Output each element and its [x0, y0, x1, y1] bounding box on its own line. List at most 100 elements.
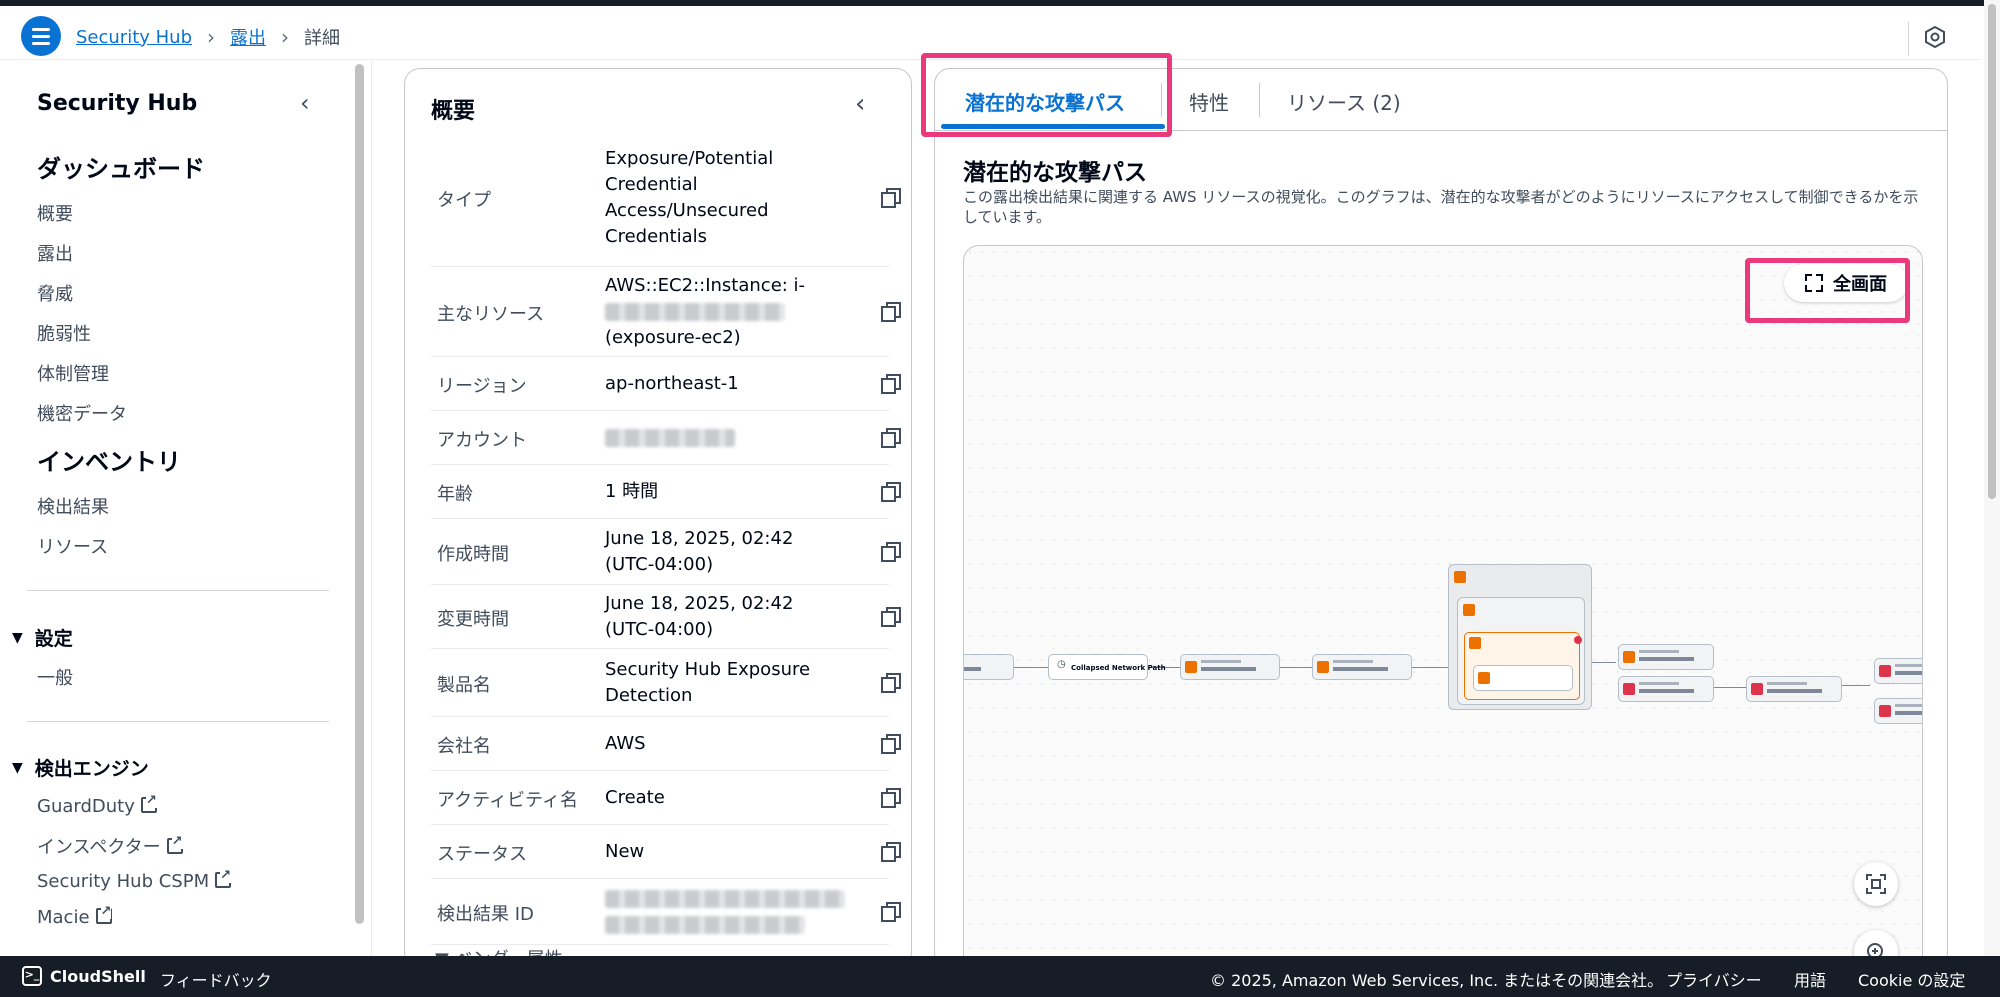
divider: [371, 61, 372, 956]
graph-node-ec2-instance[interactable]: [1464, 632, 1580, 700]
privacy-link[interactable]: プライバシー: [1666, 967, 1762, 991]
external-link-icon: [215, 868, 232, 888]
side-navigation: Security Hub ‹ ダッシュボード 概要 露出 脅威 脆弱性 体制管理…: [0, 61, 350, 956]
sidebar-item-cspm[interactable]: Security Hub CSPM: [37, 868, 232, 892]
copy-icon[interactable]: [881, 902, 901, 922]
row-value: ap-northeast-1: [605, 373, 739, 394]
overview-row: ステータス New: [431, 825, 901, 879]
external-link-icon: [166, 834, 183, 854]
sidebar-title[interactable]: Security Hub: [37, 91, 197, 116]
graph-edge: [1840, 685, 1870, 686]
sidebar-heading-inventory: インベントリ: [37, 448, 181, 476]
menu-icon[interactable]: [21, 16, 61, 56]
row-key: アカウント: [437, 430, 527, 451]
copy-icon[interactable]: [881, 188, 901, 208]
row-key: 変更時間: [437, 609, 509, 630]
graph-node-instance-profile[interactable]: [1618, 676, 1714, 702]
sidebar-item-general[interactable]: 一般: [37, 664, 73, 690]
copy-icon[interactable]: [881, 374, 901, 394]
external-link-icon: [140, 793, 157, 813]
cloudshell-button[interactable]: CloudShell: [50, 967, 146, 986]
page-scrollbar[interactable]: [1984, 0, 2000, 956]
highlight-fullscreen: [1745, 258, 1910, 323]
row-value-cell: New: [605, 839, 835, 865]
section-title: 潜在的な攻撃パス: [963, 160, 1147, 186]
sidebar-item-overview[interactable]: 概要: [37, 200, 73, 226]
sidebar-scrollbar[interactable]: [355, 64, 364, 924]
cloudshell-icon[interactable]: >_: [22, 966, 42, 986]
copy-icon[interactable]: [881, 842, 901, 862]
row-value-cell: Create: [605, 785, 835, 811]
alert-dot: [1574, 636, 1582, 644]
copy-icon[interactable]: [881, 673, 901, 693]
copy-icon[interactable]: [881, 302, 901, 322]
overview-row: 検出結果 ID: [431, 879, 901, 945]
graph-node-key-pair[interactable]: [1618, 644, 1714, 670]
graph-node-network-interface[interactable]: [1473, 665, 1573, 691]
row-value: June 18, 2025, 02:42 (UTC-04:00): [605, 593, 794, 640]
tab-traits[interactable]: 特性: [1189, 87, 1229, 116]
breadcrumb-security-hub[interactable]: Security Hub: [76, 27, 192, 48]
graph-group-subnet[interactable]: [1457, 597, 1585, 705]
copy-icon[interactable]: [881, 607, 901, 627]
feedback-link[interactable]: フィードバック: [160, 967, 272, 991]
section-description: この露出検出結果に関連する AWS リソースの視覚化。このグラフは、潜在的な攻撃…: [963, 188, 1919, 226]
collapse-panel-icon[interactable]: ‹: [855, 89, 865, 119]
sidebar-item-inspector[interactable]: インスペクター: [37, 833, 183, 859]
breadcrumb-exposure[interactable]: 露出: [230, 24, 266, 50]
sidebar-item-sensitive-data[interactable]: 機密データ: [37, 400, 127, 426]
sidebar-item-threats[interactable]: 脅威: [37, 280, 73, 306]
attack-path-graph[interactable]: 全画面 ◷ Collapsed Network Path: [963, 245, 1923, 967]
graph-node-collapsed[interactable]: ◷ Collapsed Network Path: [1048, 654, 1166, 680]
copy-icon[interactable]: [881, 542, 901, 562]
sidebar-item-macie[interactable]: Macie: [37, 904, 112, 928]
row-value-cell: ap-northeast-1: [605, 371, 835, 397]
row-value-cell: June 18, 2025, 02:42 (UTC-04:00): [605, 526, 835, 578]
row-value: June 18, 2025, 02:42 (UTC-04:00): [605, 528, 794, 575]
graph-node-policy-2[interactable]: [1874, 698, 1922, 724]
sidebar-item-findings[interactable]: 検出結果: [37, 493, 109, 519]
copy-icon[interactable]: [881, 482, 901, 502]
sidebar-item-exposure[interactable]: 露出: [37, 240, 73, 266]
sidebar-section-engines[interactable]: ▼ 検出エンジン: [12, 754, 149, 781]
overview-row: タイプ Exposure/Potential Credential Access/…: [431, 129, 901, 267]
breadcrumb-current: 詳細: [304, 28, 341, 49]
graph-node-policy-1[interactable]: [1874, 658, 1922, 684]
graph-node-security-group[interactable]: [1312, 654, 1412, 680]
graph-node-iam-role[interactable]: [1746, 676, 1842, 702]
hexagon-info-icon[interactable]: [1924, 26, 1946, 48]
row-value: 1 時間: [605, 481, 659, 502]
graph-node-ec2-network[interactable]: [1180, 654, 1280, 680]
sidebar-item-guardduty[interactable]: GuardDuty: [37, 793, 157, 817]
graph-node-internet[interactable]: [964, 654, 1014, 680]
copy-icon[interactable]: [881, 734, 901, 754]
section-label: 検出エンジン: [34, 758, 149, 780]
overview-row: リージョン ap-northeast-1: [431, 357, 901, 411]
sidebar-item-resources[interactable]: リソース: [37, 533, 108, 559]
sidebar-section-settings[interactable]: ▼ 設定: [12, 624, 73, 651]
chevron-right-icon: ›: [207, 25, 216, 49]
copy-icon[interactable]: [881, 788, 901, 808]
copy-icon[interactable]: [881, 428, 901, 448]
sidebar-item-posture[interactable]: 体制管理: [37, 360, 109, 386]
graph-group-vpc[interactable]: [1448, 564, 1592, 710]
external-link-icon: [95, 904, 112, 924]
row-value: Exposure/Potential Credential Access/Uns…: [605, 148, 774, 247]
tab-resources[interactable]: リソース (2): [1287, 87, 1401, 116]
overview-row: 変更時間 June 18, 2025, 02:42 (UTC-04:00): [431, 585, 901, 649]
terms-link[interactable]: 用語: [1794, 967, 1826, 991]
row-key: 会社名: [437, 736, 491, 757]
cookie-settings-link[interactable]: Cookie の設定: [1858, 967, 1965, 991]
collapse-sidebar-icon[interactable]: ‹: [300, 89, 310, 117]
caret-down-icon: ▼: [12, 629, 23, 646]
overview-row: アカウント: [431, 411, 901, 465]
fit-view-button[interactable]: [1854, 862, 1898, 906]
graph-edge: [1710, 687, 1746, 688]
graph-edge: [1278, 667, 1312, 668]
row-value: Create: [605, 787, 665, 808]
eni-icon: [1478, 672, 1490, 684]
redacted-value: [605, 429, 735, 447]
link-label: Security Hub CSPM: [37, 871, 210, 892]
overview-row: アクティビティ名 Create: [431, 771, 901, 825]
sidebar-item-vulnerabilities[interactable]: 脆弱性: [37, 320, 91, 346]
